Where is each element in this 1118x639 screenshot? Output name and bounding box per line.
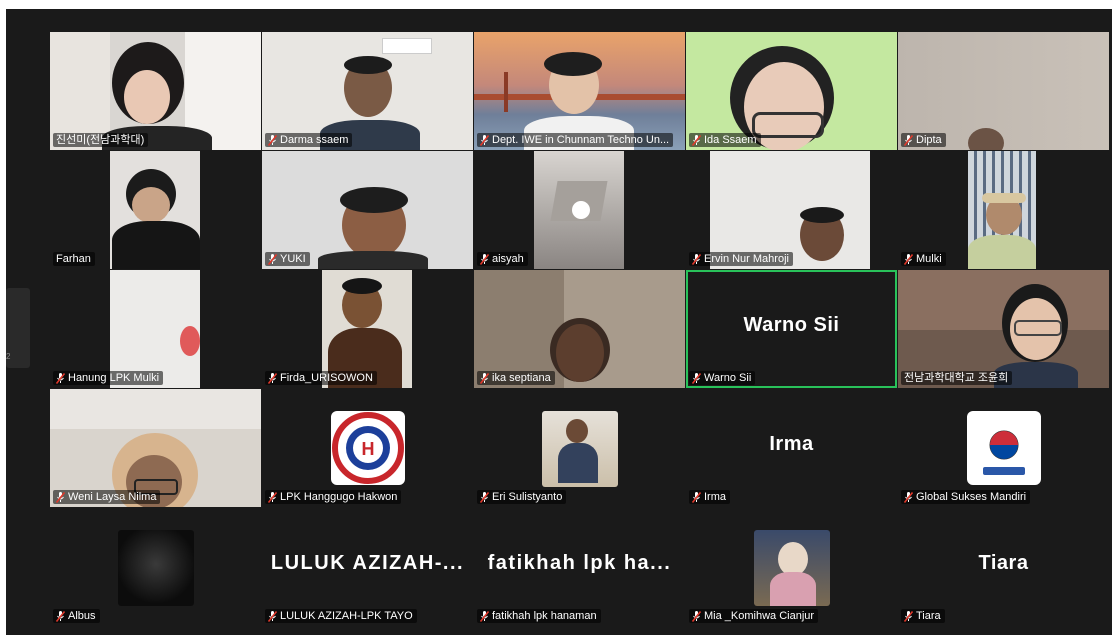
muted-mic-icon xyxy=(904,134,913,146)
participant-tile[interactable]: Mia _Komihwa Cianjur xyxy=(686,508,897,626)
participant-tile[interactable]: Tiara Tiara xyxy=(898,508,1109,626)
participant-name-tag: Firda_URISOWON xyxy=(265,371,377,385)
participant-tile[interactable]: Ida Ssaem xyxy=(686,32,897,150)
participant-tile[interactable]: ika septiana xyxy=(474,270,685,388)
participant-tile[interactable]: Weni Laysa Nilma xyxy=(50,389,261,507)
participant-name-tag: Global Sukses Mandiri xyxy=(901,490,1031,504)
muted-mic-icon xyxy=(692,491,701,503)
muted-mic-icon xyxy=(268,610,277,622)
muted-mic-icon xyxy=(904,253,913,265)
participant-tile[interactable]: Dept. IWE in Chunnam Techno Un... xyxy=(474,32,685,150)
participant-name-tag: Ervin Nur Mahroji xyxy=(689,252,793,266)
participant-tile[interactable]: Farhan xyxy=(50,151,261,269)
participant-tile[interactable]: LULUK AZIZAH-... LULUK AZIZAH-LPK TAYO xyxy=(262,508,473,626)
muted-mic-icon xyxy=(480,253,489,265)
participant-tile[interactable]: Dipta xyxy=(898,32,1109,150)
gallery-grid: 진선미(전남과학대) Darma ssaem Dept. IWE in Chun… xyxy=(50,32,1109,628)
participant-name-tag: Mia _Komihwa Cianjur xyxy=(689,609,819,623)
participant-tile[interactable]: YUKI xyxy=(262,151,473,269)
participant-name-tag: Irma xyxy=(689,490,730,504)
svg-text:H: H xyxy=(362,439,375,459)
muted-mic-icon xyxy=(692,610,701,622)
participant-display-name: Tiara xyxy=(978,552,1029,574)
participant-name-tag: Hanung LPK Mulki xyxy=(53,371,164,385)
muted-mic-icon xyxy=(268,491,277,503)
page-indicator: 2 xyxy=(6,352,11,361)
participant-name-tag: YUKI xyxy=(265,252,310,266)
participant-tile[interactable]: Ervin Nur Mahroji xyxy=(686,151,897,269)
participant-display-name: Irma xyxy=(769,433,814,455)
participant-tile[interactable]: Firda_URISOWON xyxy=(262,270,473,388)
participant-tile[interactable]: Irma Irma xyxy=(686,389,897,507)
participant-name-tag: Eri Sulistyanto xyxy=(477,490,567,504)
participant-name-tag: LULUK AZIZAH-LPK TAYO xyxy=(265,609,417,623)
participant-name-tag: Farhan xyxy=(53,252,95,266)
participant-name-tag: Albus xyxy=(53,609,100,623)
participant-name-tag: 진선미(전남과학대) xyxy=(53,133,149,147)
muted-mic-icon xyxy=(904,610,913,622)
participant-name-tag: Mulki xyxy=(901,252,946,266)
participant-name-tag: Ida Ssaem xyxy=(689,133,761,147)
participant-tile[interactable]: Global Sukses Mandiri xyxy=(898,389,1109,507)
participant-name-tag: LPK Hanggugo Hakwon xyxy=(265,490,402,504)
participant-name-tag: Dipta xyxy=(901,133,946,147)
muted-mic-icon xyxy=(268,134,277,146)
muted-mic-icon xyxy=(904,491,913,503)
participant-tile[interactable]: Albus xyxy=(50,508,261,626)
muted-mic-icon xyxy=(692,253,701,265)
participant-tile[interactable]: fatikhah lpk ha... fatikhah lpk hanaman xyxy=(474,508,685,626)
participant-name-tag: Dept. IWE in Chunnam Techno Un... xyxy=(477,133,674,147)
muted-mic-icon xyxy=(56,610,65,622)
participant-tile[interactable]: aisyah xyxy=(474,151,685,269)
participant-tile[interactable]: H LPK Hanggugo Hakwon xyxy=(262,389,473,507)
participant-tile[interactable]: 진선미(전남과학대) xyxy=(50,32,261,150)
participant-name-tag: fatikhah lpk hanaman xyxy=(477,609,601,623)
profile-picture xyxy=(118,530,194,606)
muted-mic-icon xyxy=(56,372,65,384)
participant-display-name: Warno Sii xyxy=(743,314,840,336)
participant-name-tag: 전남과학대학교 조윤희 xyxy=(901,371,1013,385)
participant-tile[interactable]: Hanung LPK Mulki xyxy=(50,270,261,388)
muted-mic-icon xyxy=(692,372,701,384)
organization-logo: H xyxy=(331,411,405,485)
muted-mic-icon xyxy=(268,253,277,265)
muted-mic-icon xyxy=(268,372,277,384)
muted-mic-icon xyxy=(480,610,489,622)
participant-tile[interactable]: Mulki xyxy=(898,151,1109,269)
participant-tile[interactable]: Eri Sulistyanto xyxy=(474,389,685,507)
participant-tile-active-speaker[interactable]: Warno Sii Warno Sii xyxy=(686,270,897,388)
participant-name-tag: Warno Sii xyxy=(689,371,756,385)
participant-tile[interactable]: 전남과학대학교 조윤희 xyxy=(898,270,1109,388)
participant-name-tag: aisyah xyxy=(477,252,528,266)
participant-name-tag: Tiara xyxy=(901,609,945,623)
participant-tile[interactable]: Darma ssaem xyxy=(262,32,473,150)
muted-mic-icon xyxy=(692,134,701,146)
muted-mic-icon xyxy=(480,491,489,503)
muted-mic-icon xyxy=(480,134,489,146)
muted-mic-icon xyxy=(480,372,489,384)
participant-display-name: fatikhah lpk ha... xyxy=(487,552,672,574)
participant-name-tag: ika septiana xyxy=(477,371,555,385)
organization-logo xyxy=(967,411,1041,485)
participant-name-tag: Darma ssaem xyxy=(265,133,353,147)
participant-display-name: LULUK AZIZAH-... xyxy=(270,552,465,574)
participant-name-tag: Weni Laysa Nilma xyxy=(53,490,161,504)
muted-mic-icon xyxy=(56,491,65,503)
